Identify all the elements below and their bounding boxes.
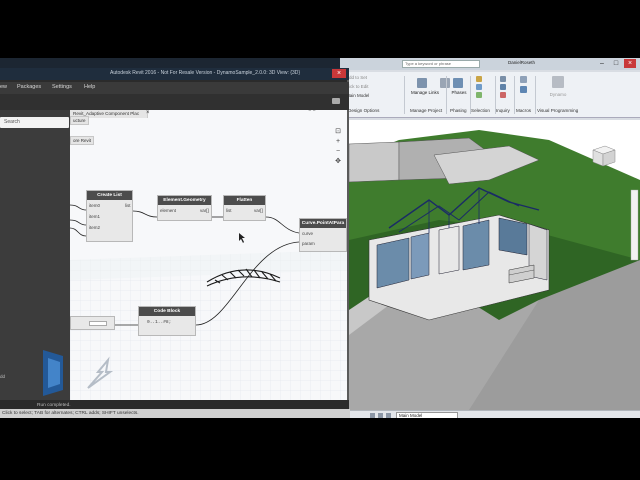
warnings-icon[interactable]	[500, 92, 506, 98]
revit-window: Type a keyword or phrase DanielRoseth – …	[340, 58, 640, 420]
window-title: Autodesk Revit 2016 - Not For Resale Ver…	[110, 70, 301, 76]
add-to-set-button[interactable]: Add to Set	[346, 75, 367, 80]
input-port[interactable]: item2	[89, 225, 100, 230]
dynamo-titlebar: Autodesk Revit 2016 - Not For Resale Ver…	[0, 68, 349, 80]
output-port[interactable]: var[]	[254, 208, 263, 213]
pan-icon[interactable]: ✥	[334, 158, 342, 165]
select-icon[interactable]	[476, 76, 482, 82]
node-title: Code Block	[139, 307, 195, 316]
element-geometry-node[interactable]: Element.Geometry element var[]	[157, 195, 212, 221]
phasing-panel-title: Phasing	[450, 108, 467, 113]
menu-help[interactable]: Help	[84, 84, 95, 90]
tab-close-icon[interactable]: ×	[146, 110, 150, 116]
phases-icon[interactable]	[453, 78, 463, 88]
dynamo-icon[interactable]	[552, 76, 564, 88]
flatten-node[interactable]: Flatten list var[]	[223, 195, 266, 221]
partial-node[interactable]: ore Revit	[70, 136, 95, 145]
node-title: Curve.PointAtPara	[300, 219, 346, 228]
code-block-node[interactable]: Code Block 0..1..#8;	[138, 306, 196, 336]
search-input[interactable]: Search	[0, 117, 69, 128]
dynamo-window: Autodesk Revit 2016 - Not For Resale Ver…	[0, 68, 349, 412]
node-title: Flatten	[224, 196, 265, 205]
manage-links-icon[interactable]	[417, 78, 427, 88]
revit-user-label[interactable]: DanielRoseth	[508, 60, 535, 65]
ids-of-selection-icon[interactable]	[500, 76, 506, 82]
camera-icon[interactable]	[332, 98, 340, 104]
output-port[interactable]: var[]	[200, 208, 209, 213]
menubar: ew Packages Settings Help	[0, 82, 349, 94]
3d-view[interactable]	[349, 120, 640, 410]
library-panel: Search dd	[0, 110, 70, 400]
dynamo-button-label[interactable]: Dynamo	[546, 92, 570, 97]
select-links-icon[interactable]	[476, 84, 482, 90]
curve-point-at-parameter-node[interactable]: Curve.PointAtPara curve param	[299, 218, 347, 252]
revit-search-input[interactable]: Type a keyword or phrase	[402, 60, 480, 68]
project-icon[interactable]	[440, 78, 450, 88]
3d-model-render	[349, 120, 640, 410]
ribbon-separator	[514, 76, 515, 114]
library-item[interactable]: dd	[0, 374, 5, 379]
dynamo-logo-icon	[43, 350, 63, 396]
zoom-out-button[interactable]: −	[334, 148, 342, 155]
desktop-bottom	[0, 418, 640, 480]
select-faces-icon[interactable]	[476, 92, 482, 98]
ribbon-separator	[535, 76, 536, 114]
desktop: Type a keyword or phrase DanielRoseth – …	[0, 0, 640, 480]
input-port[interactable]: element	[160, 208, 176, 213]
main-model-selector[interactable]: Main Model	[346, 93, 369, 98]
input-port[interactable]: curve	[302, 231, 313, 236]
manage-project-panel-title: Manage Project	[410, 108, 443, 113]
maximize-button[interactable]: □	[610, 59, 622, 68]
workspace-canvas[interactable]: Revit_Adaptive Component Plac × ◎◎ ⊡ + −…	[70, 110, 347, 400]
revit-titlebar: Type a keyword or phrase DanielRoseth – …	[340, 58, 640, 70]
input-port[interactable]: item0	[89, 203, 100, 208]
input-port[interactable]: item1	[89, 214, 100, 219]
close-button[interactable]: ×	[624, 59, 636, 68]
minimize-button[interactable]: –	[596, 59, 608, 68]
inquiry-panel-title: Inquiry	[496, 108, 510, 113]
menu-settings[interactable]: Settings	[52, 84, 72, 90]
run-status-text: Run completed.	[37, 403, 71, 408]
macros-panel-title: Macros	[516, 108, 532, 113]
toggle-view-icon[interactable]: ◎◎	[304, 110, 320, 113]
node-title: Create List	[87, 191, 132, 200]
select-by-id-icon[interactable]	[500, 84, 506, 90]
macro-manager-icon[interactable]	[520, 76, 527, 83]
menu-view[interactable]: ew	[0, 84, 7, 90]
node-title: Element.Geometry	[158, 196, 211, 205]
canvas-grid	[70, 204, 347, 400]
code-input[interactable]: 0..1..#8;	[147, 320, 171, 325]
manage-links-label[interactable]: Manage Links	[411, 90, 439, 95]
selection-panel-title: Selection	[471, 108, 490, 113]
visual-programming-panel-title: Visual Programming	[537, 108, 579, 113]
number-slider-node[interactable]	[70, 316, 115, 330]
phases-label[interactable]: Phases	[448, 90, 470, 95]
input-port[interactable]: param	[302, 241, 315, 246]
create-list-node[interactable]: Create List item0 item1 item2 list	[86, 190, 133, 242]
revit-status-hint: Click to select; TAB for alternates; CTR…	[0, 409, 350, 418]
slider-value-box[interactable]	[89, 321, 107, 326]
design-options-panel-title: Design Options	[348, 108, 380, 113]
pick-to-edit-button[interactable]: Pick to Edit	[346, 84, 369, 89]
close-button[interactable]: ×	[332, 69, 346, 78]
output-port[interactable]: list	[125, 203, 131, 208]
macro-security-icon[interactable]	[520, 86, 527, 93]
menu-packages[interactable]: Packages	[17, 84, 41, 90]
zoom-fit-icon[interactable]: ⊡	[334, 128, 342, 135]
partial-node[interactable]: ucture	[70, 116, 89, 125]
zoom-in-button[interactable]: +	[334, 138, 342, 145]
revit-ribbon: Add to Set Pick to Edit Main Model Desig…	[340, 72, 640, 118]
ribbon-separator	[404, 76, 405, 114]
input-port[interactable]: list	[226, 208, 232, 213]
ribbon-separator	[446, 76, 447, 114]
toolbar	[0, 94, 349, 110]
